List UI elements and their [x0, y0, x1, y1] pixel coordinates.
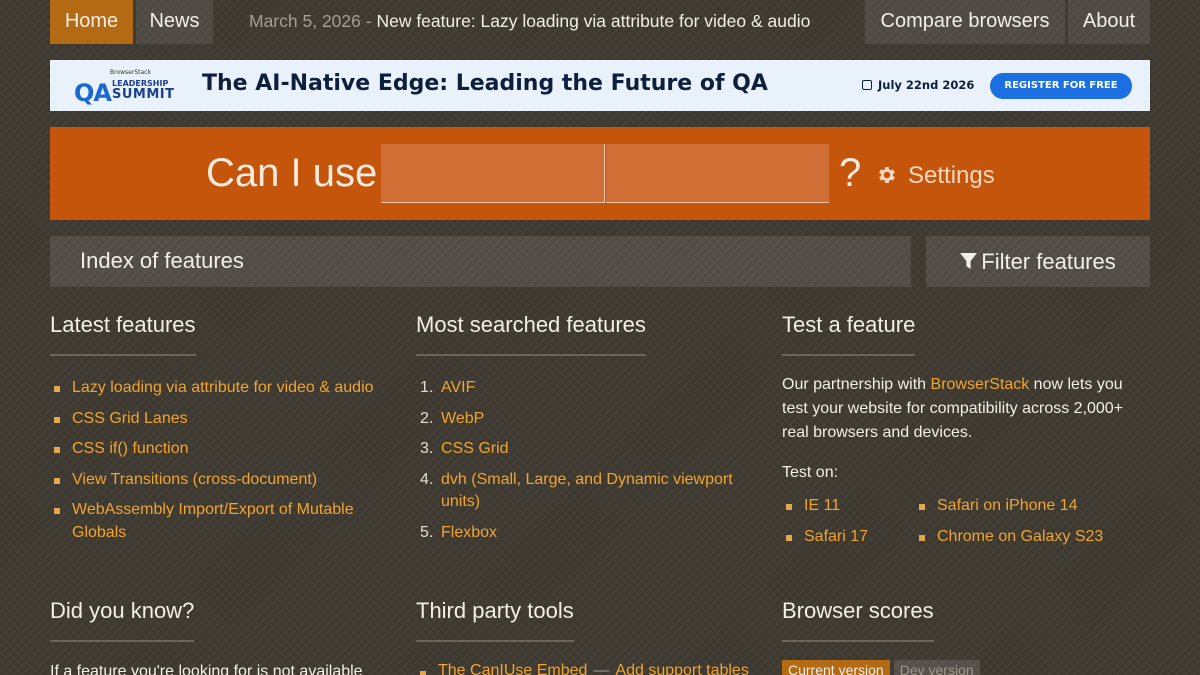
list-item: CSS Grid Lanes — [50, 408, 395, 431]
rank-number: 1. — [420, 379, 434, 396]
settings-button[interactable]: Settings — [876, 162, 995, 190]
most-searched-link[interactable]: WebP — [441, 410, 484, 427]
can-i-use-label: Can I use — [206, 151, 378, 195]
most-searched-link[interactable]: dvh (Small, Large, and Dynamic viewport … — [441, 471, 733, 511]
partnership-text: Our partnership with BrowserStack now le… — [782, 373, 1150, 445]
rank-number: 4. — [420, 470, 434, 488]
news-separator: - — [365, 11, 372, 31]
list-item: 4. dvh (Small, Large, and Dynamic viewpor… — [416, 469, 761, 514]
list-item: 2. WebP — [416, 408, 761, 431]
list-item: WebAssembly Import/Export of Mutable Glo… — [50, 499, 395, 544]
banner-title: The AI-Native Edge: Leading the Future o… — [202, 71, 768, 96]
partnership-text-before: Our partnership with — [782, 376, 927, 393]
tab-dev-version[interactable]: Dev version — [893, 660, 980, 675]
list-item: CSS if() function — [50, 438, 395, 461]
most-searched-section: Most searched features 1. AVIF 2. WebP 3. C… — [416, 312, 761, 552]
did-you-know-text: If a feature you're looking for is not a… — [50, 663, 363, 675]
add-support-tables-link[interactable]: Add support tables — [615, 662, 748, 675]
test-browser-link[interactable]: Safari on iPhone 14 — [937, 497, 1078, 514]
list-item: Chrome on Galaxy S23 — [915, 526, 1103, 549]
top-nav: Home News March 5, 2026 - New feature: L… — [50, 0, 1150, 44]
banner-date: July 22nd 2026 — [862, 78, 974, 92]
third-party-tools-section: Third party tools The CanIUse Embed — Add … — [416, 598, 761, 675]
list-item: Safari 17 — [782, 526, 868, 549]
did-you-know-title: Did you know? — [50, 598, 195, 642]
nav-home[interactable]: Home — [50, 0, 133, 44]
list-item: View Transitions (cross-document) — [50, 469, 395, 492]
most-searched-link[interactable]: AVIF — [441, 379, 475, 396]
test-browser-link[interactable]: Chrome on Galaxy S23 — [937, 528, 1103, 545]
question-mark: ? — [839, 151, 862, 195]
list-item: IE 11 — [782, 495, 868, 518]
logo-browserstack: BrowserStack — [110, 69, 151, 76]
nav-compare-browsers[interactable]: Compare browsers — [865, 0, 1065, 44]
list-item: 5. Flexbox — [416, 522, 761, 545]
test-on-label: Test on: — [782, 464, 839, 481]
did-you-know-section: Did you know? If a feature you're lookin… — [50, 598, 395, 675]
list-item: 1. AVIF — [416, 377, 761, 400]
browserstack-link[interactable]: BrowserStack — [931, 376, 1030, 393]
filter-icon — [960, 253, 978, 269]
latest-features-section: Latest features Lazy loading via attribu… — [50, 312, 395, 552]
search-bar: Can I use ? Settings — [50, 127, 1150, 220]
most-searched-link[interactable]: CSS Grid — [441, 440, 509, 457]
banner-date-text: July 22nd 2026 — [878, 78, 975, 92]
rank-number: 5. — [420, 523, 434, 541]
tab-current-version[interactable]: Current version — [782, 660, 890, 675]
test-browser-link[interactable]: Safari 17 — [804, 528, 868, 545]
feature-search-input[interactable] — [381, 144, 605, 203]
register-button[interactable]: REGISTER FOR FREE — [990, 73, 1132, 99]
rank-number: 3. — [420, 440, 434, 457]
latest-feature-link[interactable]: Lazy loading via attribute for video & a… — [72, 379, 374, 396]
feature-search-input-secondary[interactable] — [606, 144, 829, 203]
caniuse-embed-link[interactable]: The CanIUse Embed — [438, 662, 587, 675]
most-searched-title: Most searched features — [416, 312, 646, 356]
list-item: Lazy loading via attribute for video & a… — [50, 377, 395, 400]
index-of-features-title: Index of features — [80, 248, 244, 273]
latest-features-title: Latest features — [50, 312, 196, 356]
settings-label: Settings — [908, 162, 995, 189]
list-item: 3. CSS Grid — [416, 438, 761, 461]
test-feature-section: Test a feature Our partnership with Brow… — [782, 312, 1150, 565]
browser-scores-section: Browser scores Current version Dev versio… — [782, 598, 1150, 675]
rank-number: 2. — [420, 409, 434, 427]
summit-logo: BrowserStack QA LEADERSHIP SUMMIT — [74, 69, 178, 107]
latest-feature-link[interactable]: View Transitions (cross-document) — [72, 471, 317, 488]
latest-feature-link[interactable]: CSS Grid Lanes — [72, 410, 188, 427]
test-feature-title: Test a feature — [782, 312, 916, 356]
filter-features-label: Filter features — [981, 249, 1116, 274]
score-tabs: Current version Dev version — [782, 660, 1150, 675]
index-of-features-bar[interactable]: Index of features — [50, 236, 911, 287]
filter-features-button[interactable]: Filter features — [926, 236, 1150, 287]
list-item: Safari on iPhone 14 — [915, 495, 1103, 518]
nav-about[interactable]: About — [1068, 0, 1150, 44]
news-title[interactable]: New feature: Lazy loading via attribute … — [376, 11, 810, 31]
latest-news[interactable]: March 5, 2026 - New feature: Lazy loadin… — [249, 0, 810, 44]
news-date: March 5, 2026 — [249, 11, 361, 31]
test-browser-link[interactable]: IE 11 — [804, 497, 840, 514]
gear-icon — [879, 167, 895, 183]
third-party-tools-title: Third party tools — [416, 598, 574, 642]
most-searched-link[interactable]: Flexbox — [441, 524, 497, 541]
latest-feature-link[interactable]: WebAssembly Import/Export of Mutable Glo… — [72, 501, 354, 541]
latest-feature-link[interactable]: CSS if() function — [72, 440, 188, 457]
list-item: The CanIUse Embed — Add support tables — [416, 662, 761, 675]
logo-summit: SUMMIT — [112, 87, 175, 102]
nav-news[interactable]: News — [136, 0, 213, 44]
tool-separator: — — [593, 662, 610, 675]
calendar-icon — [862, 80, 872, 90]
browser-scores-title: Browser scores — [782, 598, 934, 642]
test-browser-grid: IE 11 Safari 17 Safari on iPhone 14 Chro… — [782, 495, 1150, 565]
ad-banner[interactable]: BrowserStack QA LEADERSHIP SUMMIT The AI… — [50, 60, 1150, 111]
logo-qa: QA — [74, 79, 112, 107]
